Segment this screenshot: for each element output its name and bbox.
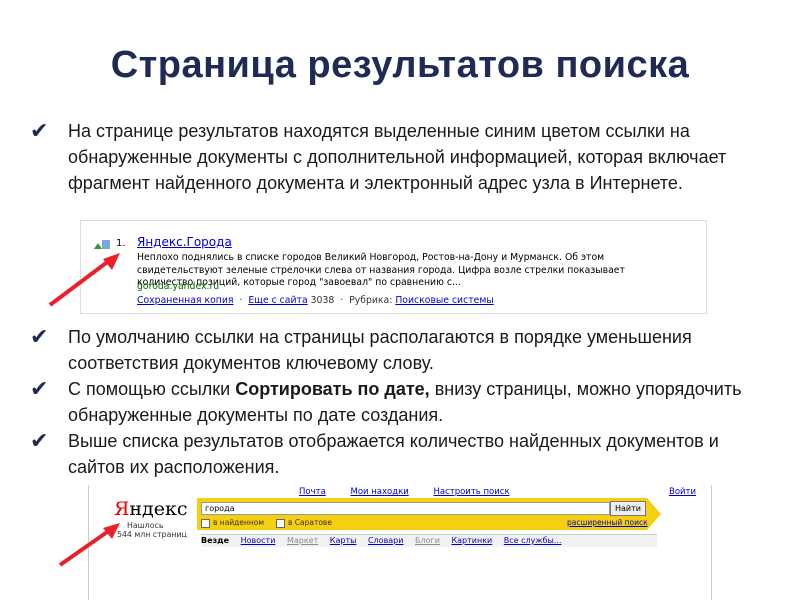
bullet-text: С помощью ссылки Сортировать по дате, вн… xyxy=(68,376,750,428)
found-count: 544 млн страниц xyxy=(117,530,187,539)
snippet-line: количество позиций, которые город "завое… xyxy=(137,277,461,288)
bullet-text: На странице результатов находятся выделе… xyxy=(68,121,727,193)
search-button[interactable]: Найти xyxy=(610,501,646,516)
red-arrow-icon xyxy=(58,523,120,567)
logo-rest: ндекс xyxy=(129,498,188,520)
bullet-2: ✔ По умолчанию ссылки на страницы распол… xyxy=(30,324,750,376)
my-finds-link[interactable]: Мои находки xyxy=(350,487,408,497)
advanced-search-link[interactable]: расширенный поиск xyxy=(567,518,648,527)
search-bar-arrow xyxy=(647,498,661,530)
sort-by-date-link-text: Сортировать по дате, xyxy=(235,379,430,399)
result-arrow-icon xyxy=(94,240,110,249)
checkmark-icon: ✔ xyxy=(30,118,49,143)
in-found-label: в найденном xyxy=(213,518,265,527)
service-tabs: Везде Новости Маркет Карты Словари Блоги… xyxy=(201,534,657,547)
more-count: 3038 xyxy=(310,295,335,306)
bullet-3: ✔ С помощью ссылки Сортировать по дате, … xyxy=(30,376,750,428)
yandex-header-screenshot: Почта Мои находки Настроить поиск Войти … xyxy=(88,485,717,600)
rubric-link[interactable]: Поисковые системы xyxy=(395,295,493,306)
divider xyxy=(711,485,712,600)
tab-all-services[interactable]: Все службы... xyxy=(504,536,562,545)
result-links: Сохраненная копия · Еще с сайта 3038 · Р… xyxy=(137,295,494,306)
result-snippet: Неплохо поднялись в списке городов Велик… xyxy=(137,252,697,290)
in-region-checkbox[interactable] xyxy=(275,518,285,528)
found-label: Нашлось xyxy=(127,521,164,530)
snippet-line: свидетельствуют зеленые стрелочки слева … xyxy=(137,264,625,276)
login-link[interactable]: Войти xyxy=(669,487,696,497)
result-number: 1. xyxy=(116,238,126,249)
in-found-checkbox[interactable] xyxy=(201,518,210,528)
rubric-label: Рубрика: xyxy=(349,295,393,306)
settings-link[interactable]: Настроить поиск xyxy=(433,487,509,497)
more-from-site-link[interactable]: Еще с сайта xyxy=(248,295,307,306)
result-title-link[interactable]: Яндекс.Города xyxy=(137,235,232,249)
bullet-text-part: С помощью ссылки xyxy=(68,379,236,399)
tab-dictionaries[interactable]: Словари xyxy=(368,536,404,545)
checkmark-icon: ✔ xyxy=(30,428,49,453)
search-result-screenshot: 1. Яндекс.Города Неплохо поднялись в спи… xyxy=(80,220,707,314)
logo-first-letter: Я xyxy=(114,498,130,520)
cached-copy-link[interactable]: Сохраненная копия xyxy=(137,295,234,306)
separator: · xyxy=(340,295,344,306)
search-input[interactable]: города xyxy=(201,502,610,515)
in-region-label: в Саратове xyxy=(287,518,332,527)
tab-blogs[interactable]: Блоги xyxy=(415,536,440,545)
bullet-1: ✔ На странице результатов находятся выде… xyxy=(30,118,750,196)
top-links: Почта Мои находки Настроить поиск xyxy=(299,487,532,497)
mail-link[interactable]: Почта xyxy=(299,487,326,497)
snippet-line: Неплохо поднялись в списке городов Велик… xyxy=(137,252,605,263)
checkmark-icon: ✔ xyxy=(30,376,49,401)
red-arrow-icon xyxy=(48,253,120,307)
tab-everywhere[interactable]: Везде xyxy=(201,536,229,545)
tab-maps[interactable]: Карты xyxy=(330,536,357,545)
checkmark-icon: ✔ xyxy=(30,324,49,349)
tab-news[interactable]: Новости xyxy=(241,536,276,545)
search-options: в найденном в Саратове xyxy=(201,518,332,528)
tab-images[interactable]: Картинки xyxy=(451,536,492,545)
separator: · xyxy=(239,295,243,306)
bullet-text: Выше списка результатов отображается кол… xyxy=(68,431,719,477)
tab-market[interactable]: Маркет xyxy=(287,536,318,545)
result-url[interactable]: goroda.yandex.ru xyxy=(137,281,219,292)
bullet-4: ✔ Выше списка результатов отображается к… xyxy=(30,428,750,480)
yandex-logo[interactable]: Яндекс xyxy=(114,498,187,520)
bullet-text: По умолчанию ссылки на страницы располаг… xyxy=(68,327,692,373)
slide-title: Страница результатов поиска xyxy=(110,44,690,86)
